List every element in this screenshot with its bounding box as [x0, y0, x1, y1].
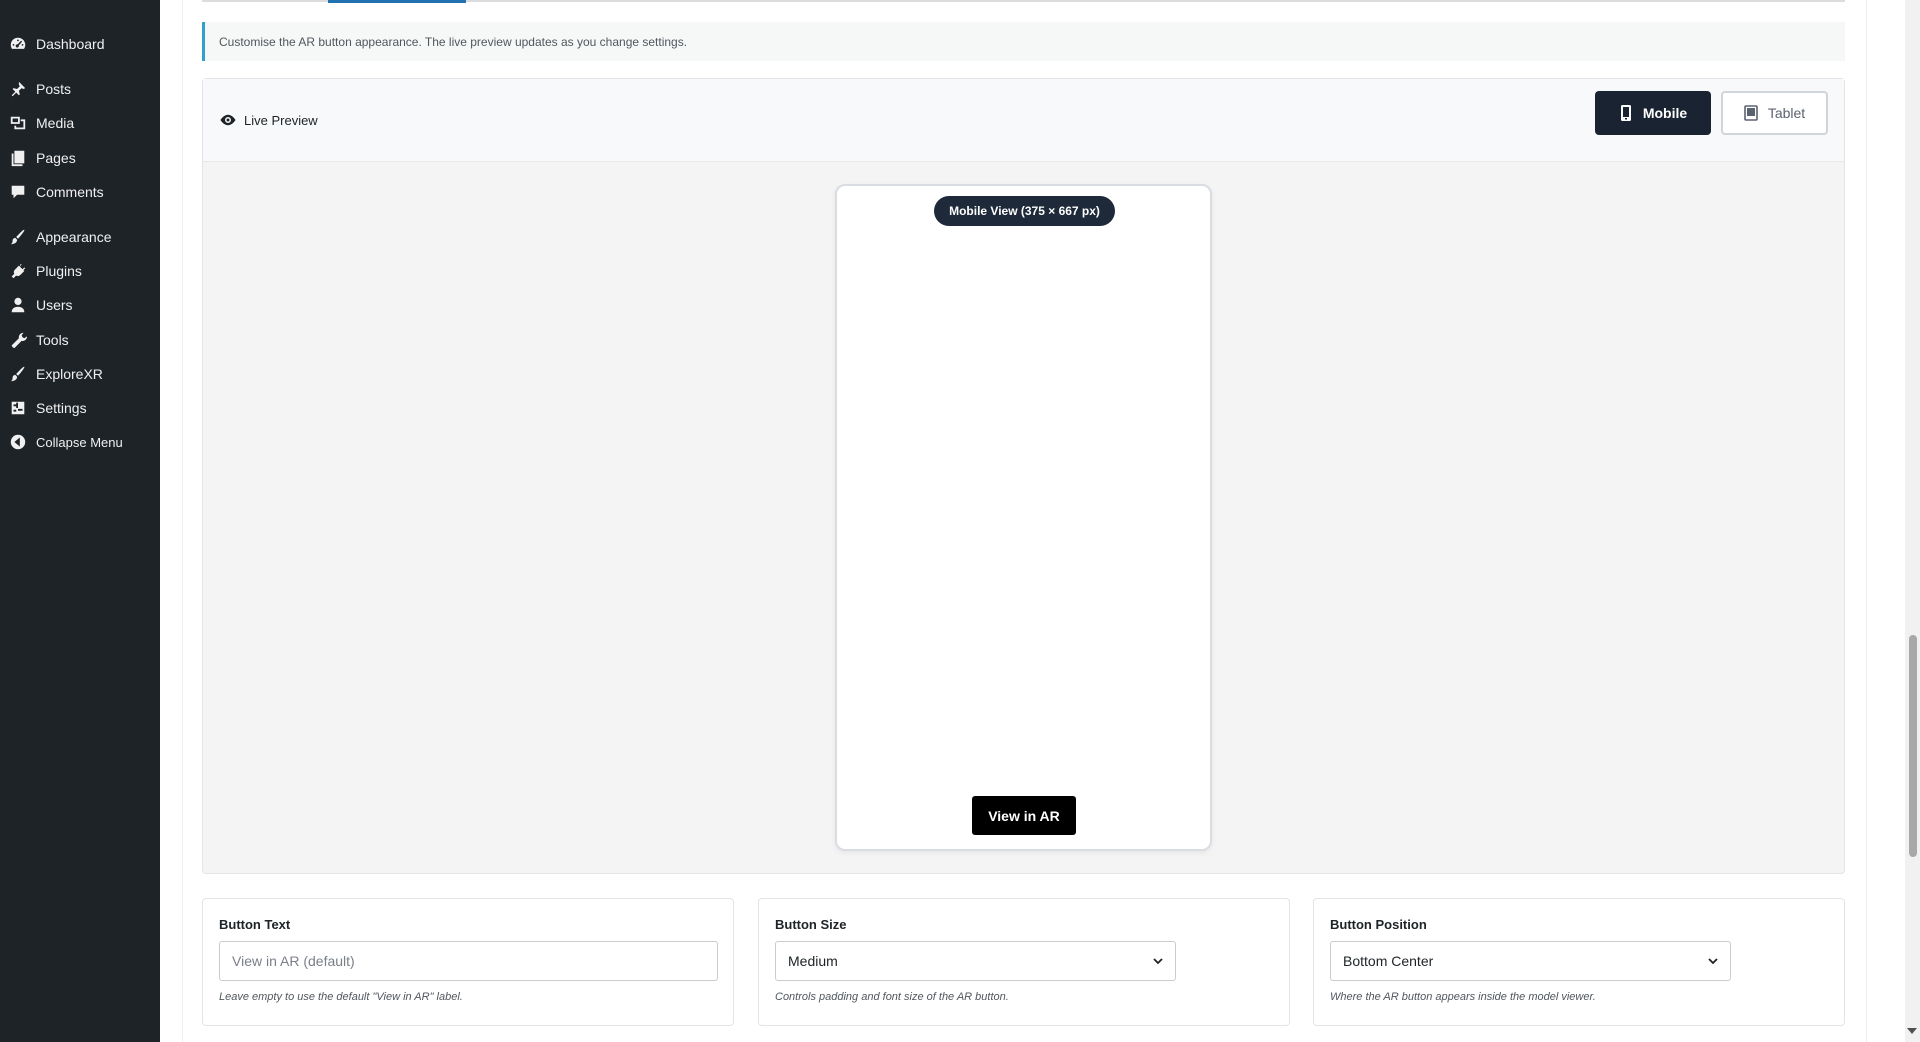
user-icon: [8, 295, 28, 315]
sidebar-item-tools[interactable]: Tools: [0, 325, 160, 355]
chevron-down-icon: [1708, 958, 1718, 965]
button-size-select[interactable]: Medium: [775, 941, 1176, 981]
pages-icon: [8, 148, 28, 168]
sidebar-item-settings[interactable]: Settings: [0, 393, 160, 423]
preview-title: Live Preview: [219, 111, 318, 129]
sidebar-item-label: Tools: [36, 332, 69, 348]
sidebar-item-label: Plugins: [36, 263, 82, 279]
sidebar-item-label: Posts: [36, 81, 72, 97]
button-size-help: Controls padding and font size of the AR…: [775, 991, 1009, 1003]
sidebar-item-users[interactable]: Users: [0, 290, 160, 320]
collapse-icon: [8, 432, 28, 452]
mobile-view-button[interactable]: Mobile: [1595, 91, 1711, 135]
button-text-input[interactable]: [219, 941, 718, 981]
sliders-icon: [8, 398, 28, 418]
button-position-select[interactable]: Bottom Center: [1330, 941, 1731, 981]
scroll-down-arrow-icon[interactable]: [1907, 1028, 1917, 1034]
sidebar-item-label: Media: [36, 115, 75, 131]
media-icon: [8, 113, 28, 133]
brush-icon: [8, 227, 28, 247]
sidebar-item-label: Comments: [36, 184, 104, 200]
sidebar-item-plugins[interactable]: Plugins: [0, 256, 160, 286]
sidebar-item-label: Appearance: [36, 229, 112, 245]
sidebar-item-label: Collapse Menu: [36, 434, 123, 450]
button-text-label: Button Text: [219, 917, 291, 932]
info-notice: Customise the AR button appearance. The …: [202, 22, 1845, 61]
button-position-card: Button Position Bottom Center Where the …: [1313, 898, 1845, 1026]
mobile-preview-frame: Mobile View (375 × 667 px) View in AR: [835, 184, 1212, 851]
button-position-label: Button Position: [1330, 917, 1427, 932]
sidebar-item-appearance[interactable]: Appearance: [0, 222, 160, 252]
preview-title-text: Live Preview: [244, 112, 318, 128]
sidebar-item-pages[interactable]: Pages: [0, 143, 160, 173]
viewport-size-badge: Mobile View (375 × 667 px): [934, 196, 1115, 226]
button-text-help: Leave empty to use the default "View in …: [219, 991, 463, 1003]
notice-text: Customise the AR button appearance. The …: [219, 34, 688, 49]
button-size-value: Medium: [788, 953, 838, 969]
phone-icon: [1620, 105, 1631, 121]
sidebar-item-dashboard[interactable]: Dashboard: [0, 29, 160, 59]
button-text-card: Button Text Leave empty to use the defau…: [202, 898, 734, 1026]
sidebar-item-label: Users: [36, 297, 73, 313]
eye-icon: [220, 114, 236, 126]
tablet-view-button[interactable]: Tablet: [1721, 91, 1828, 135]
view-in-ar-button[interactable]: View in AR: [972, 796, 1076, 835]
admin-sidebar: Dashboard Posts Media Pages Comments App…: [0, 0, 160, 1042]
sidebar-item-label: Dashboard: [36, 36, 105, 52]
sidebar-item-media[interactable]: Media: [0, 108, 160, 138]
page-scrollbar[interactable]: [1905, 0, 1920, 1042]
tablet-icon: [1744, 105, 1758, 121]
collapse-menu-button[interactable]: Collapse Menu: [0, 427, 160, 457]
button-size-label: Button Size: [775, 917, 847, 932]
preview-header: Live Preview Mobile Tablet: [203, 79, 1844, 162]
sidebar-item-posts[interactable]: Posts: [0, 74, 160, 104]
button-position-help: Where the AR button appears inside the m…: [1330, 991, 1596, 1003]
mobile-view-label: Mobile: [1642, 105, 1688, 121]
pin-icon: [8, 79, 28, 99]
scrollbar-thumb[interactable]: [1909, 635, 1917, 857]
live-preview-card: Live Preview Mobile Tablet Mobile View (…: [202, 78, 1845, 874]
button-size-card: Button Size Medium Controls padding and …: [758, 898, 1290, 1026]
brush-icon: [8, 364, 28, 384]
button-position-value: Bottom Center: [1343, 953, 1434, 969]
chevron-down-icon: [1153, 958, 1163, 965]
wrench-icon: [8, 330, 28, 350]
plug-icon: [8, 261, 28, 281]
tablet-view-label: Tablet: [1767, 105, 1806, 121]
sidebar-item-explorexr[interactable]: ExploreXR: [0, 359, 160, 389]
sidebar-item-label: Pages: [36, 150, 76, 166]
sidebar-item-label: ExploreXR: [36, 366, 103, 382]
active-tab-indicator[interactable]: [328, 0, 466, 3]
sidebar-item-label: Settings: [36, 400, 87, 416]
comment-icon: [8, 182, 28, 202]
dashboard-icon: [8, 34, 28, 54]
sidebar-item-comments[interactable]: Comments: [0, 177, 160, 207]
